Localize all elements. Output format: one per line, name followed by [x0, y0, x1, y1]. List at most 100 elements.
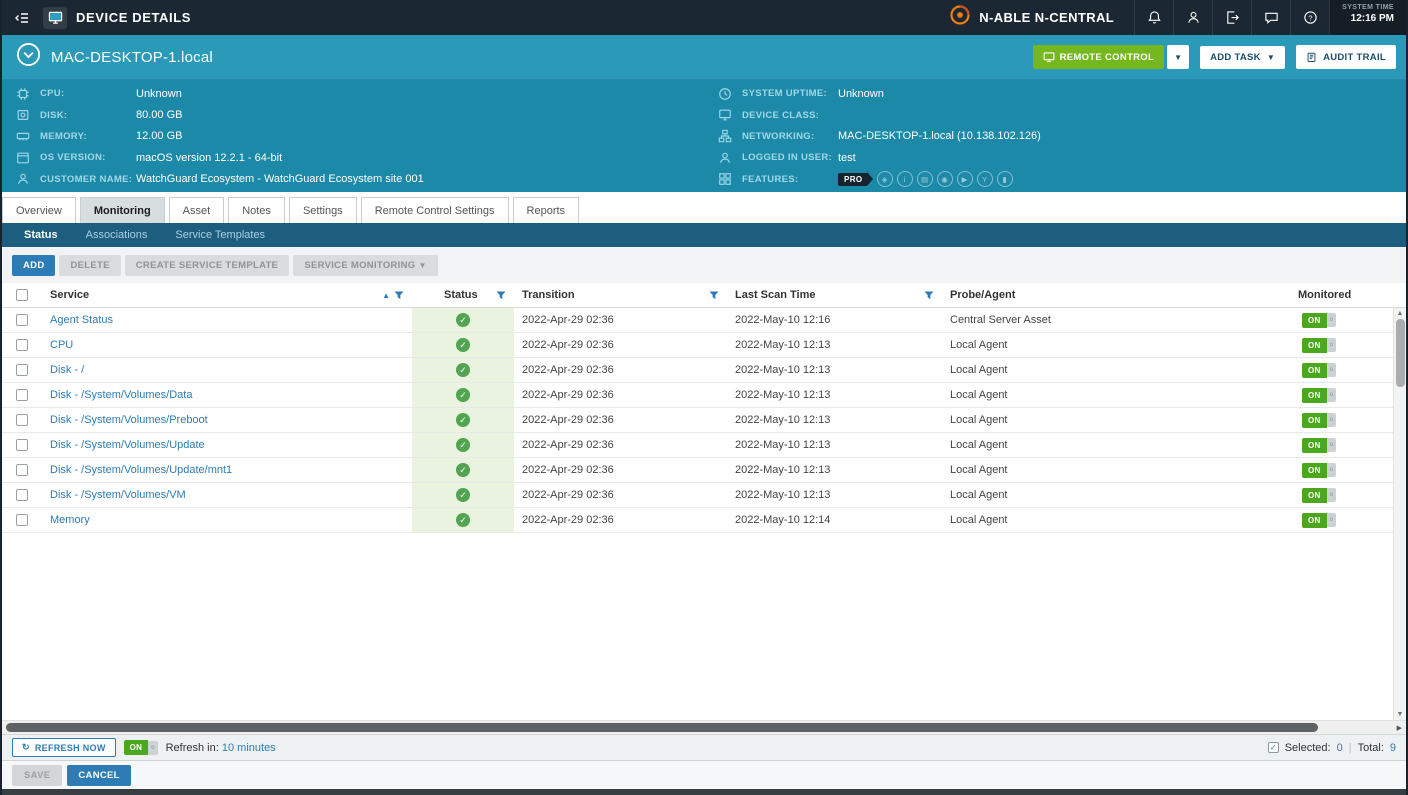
monitored-toggle[interactable]: ONo [1302, 338, 1336, 353]
service-monitoring-button[interactable]: SERVICE MONITORING ▼ [293, 255, 437, 276]
status-ok-icon: ✓ [456, 313, 470, 327]
column-header-probe-agent[interactable]: Probe/Agent [942, 283, 1290, 307]
scroll-down-arrow-icon[interactable]: ▼ [1397, 709, 1404, 720]
save-button[interactable]: SAVE [12, 765, 62, 786]
status-cell: ✓ [412, 508, 514, 532]
delete-button[interactable]: DELETE [59, 255, 120, 276]
column-header-service[interactable]: Service ▲ [42, 283, 412, 307]
monitored-toggle[interactable]: ONo [1302, 313, 1336, 328]
service-link[interactable]: Disk - /System/Volumes/VM [50, 489, 186, 501]
notifications-bell-icon[interactable] [1134, 0, 1173, 35]
subtab-associations[interactable]: Associations [72, 229, 162, 241]
help-icon[interactable]: ? [1290, 0, 1329, 35]
column-header-status[interactable]: Status [412, 283, 514, 307]
vertical-scrollbar[interactable]: ▲ ▼ [1393, 308, 1406, 720]
add-button[interactable]: ADD [12, 255, 55, 276]
status-cell: ✓ [412, 483, 514, 507]
monitored-toggle[interactable]: ONo [1302, 363, 1336, 378]
tab-notes[interactable]: Notes [228, 197, 285, 223]
select-all-checkbox[interactable] [16, 289, 28, 301]
monitored-toggle[interactable]: ONo [1302, 438, 1336, 453]
feature-play-icon: ▶ [957, 171, 973, 187]
info-row-disk: DISK: 80.00 GB [16, 104, 704, 125]
info-label: LOGGED IN USER: [742, 152, 838, 163]
table-row: Disk - /System/Volumes/VM ✓ 2022-Apr-29 … [2, 483, 1406, 508]
create-service-template-button[interactable]: CREATE SERVICE TEMPLATE [125, 255, 290, 276]
service-link[interactable]: Disk - /System/Volumes/Update/mnt1 [50, 464, 232, 476]
info-value: MAC-DESKTOP-1.local (10.138.102.126) [838, 130, 1041, 142]
status-ok-icon: ✓ [456, 463, 470, 477]
info-value: 12.00 GB [136, 130, 182, 142]
vertical-scroll-thumb[interactable] [1396, 319, 1405, 387]
row-checkbox[interactable] [16, 489, 28, 501]
brand: N-ABLE N-CENTRAL [943, 0, 1134, 35]
horizontal-scroll-thumb[interactable] [6, 723, 1318, 732]
filter-funnel-icon[interactable] [709, 291, 719, 300]
info-label: MEMORY: [40, 131, 136, 142]
service-link[interactable]: Agent Status [50, 314, 113, 326]
tab-asset[interactable]: Asset [169, 197, 225, 223]
row-checkbox[interactable] [16, 314, 28, 326]
scroll-right-arrow-icon[interactable]: ▶ [1397, 724, 1402, 732]
service-link[interactable]: Disk - /System/Volumes/Update [50, 439, 205, 451]
tab-remote-control-settings[interactable]: Remote Control Settings [361, 197, 509, 223]
service-link[interactable]: Disk - /System/Volumes/Data [50, 389, 192, 401]
last-scan-cell: 2022-May-10 12:13 [727, 483, 942, 507]
status-ok-icon: ✓ [456, 388, 470, 402]
refresh-interval-link[interactable]: 10 minutes [222, 742, 276, 754]
row-checkbox[interactable] [16, 439, 28, 451]
row-checkbox[interactable] [16, 464, 28, 476]
remote-control-button[interactable]: REMOTE CONTROL [1033, 45, 1164, 69]
features-value: PRO ◈ i ▤ ◉ ▶ Y ▮ [838, 171, 1013, 187]
sidebar-collapse-icon[interactable] [10, 6, 34, 30]
monitored-toggle[interactable]: ONo [1302, 513, 1336, 528]
monitored-toggle[interactable]: ONo [1302, 463, 1336, 478]
filter-funnel-icon[interactable] [394, 291, 404, 300]
service-link[interactable]: Disk - /System/Volumes/Preboot [50, 414, 208, 426]
scroll-up-arrow-icon[interactable]: ▲ [1397, 308, 1404, 319]
remote-control-dropdown-button[interactable]: ▼ [1167, 45, 1189, 69]
row-checkbox[interactable] [16, 364, 28, 376]
last-scan-cell: 2022-May-10 12:13 [727, 358, 942, 382]
column-header-last-scan-time[interactable]: Last Scan Time [727, 283, 942, 307]
last-scan-cell: 2022-May-10 12:13 [727, 433, 942, 457]
filter-funnel-icon[interactable] [496, 291, 506, 300]
service-link[interactable]: Memory [50, 514, 90, 526]
probe-agent-cell: Local Agent [942, 508, 1290, 532]
tab-settings[interactable]: Settings [289, 197, 357, 223]
user-account-icon[interactable] [1173, 0, 1212, 35]
cancel-button[interactable]: CANCEL [67, 765, 130, 786]
subtab-service-templates[interactable]: Service Templates [161, 229, 279, 241]
status-cell: ✓ [412, 358, 514, 382]
tab-monitoring[interactable]: Monitoring [80, 197, 165, 223]
row-checkbox[interactable] [16, 339, 28, 351]
refresh-icon: ↻ [22, 742, 30, 753]
cpu-icon [16, 87, 32, 101]
tab-reports[interactable]: Reports [513, 197, 580, 223]
auto-refresh-toggle[interactable]: ONo [124, 740, 158, 755]
monitored-toggle[interactable]: ONo [1302, 413, 1336, 428]
refresh-now-button[interactable]: ↻ REFRESH NOW [12, 738, 116, 757]
horizontal-scrollbar[interactable]: ▶ [2, 720, 1406, 734]
add-task-button[interactable]: ADD TASK ▼ [1200, 46, 1285, 69]
subtab-bar: StatusAssociationsService Templates [2, 223, 1406, 247]
row-checkbox[interactable] [16, 414, 28, 426]
info-row-features: FEATURES: PRO ◈ i ▤ ◉ ▶ Y ▮ [718, 169, 1406, 190]
logout-icon[interactable] [1212, 0, 1251, 35]
device-expand-chevron-icon[interactable] [16, 42, 41, 72]
tab-overview[interactable]: Overview [2, 197, 76, 223]
filter-funnel-icon[interactable] [924, 291, 934, 300]
row-checkbox[interactable] [16, 514, 28, 526]
column-header-transition[interactable]: Transition [514, 283, 727, 307]
row-checkbox[interactable] [16, 389, 28, 401]
service-link[interactable]: CPU [50, 339, 73, 351]
subtab-status[interactable]: Status [10, 229, 72, 241]
chat-icon[interactable] [1251, 0, 1290, 35]
monitored-toggle[interactable]: ONo [1302, 488, 1336, 503]
column-header-monitored[interactable]: Monitored [1290, 283, 1393, 307]
table-row: Disk - /System/Volumes/Update/mnt1 ✓ 202… [2, 458, 1406, 483]
sort-ascending-icon[interactable]: ▲ [382, 291, 390, 300]
service-link[interactable]: Disk - / [50, 364, 84, 376]
audit-trail-button[interactable]: AUDIT TRAIL [1296, 45, 1396, 69]
monitored-toggle[interactable]: ONo [1302, 388, 1336, 403]
